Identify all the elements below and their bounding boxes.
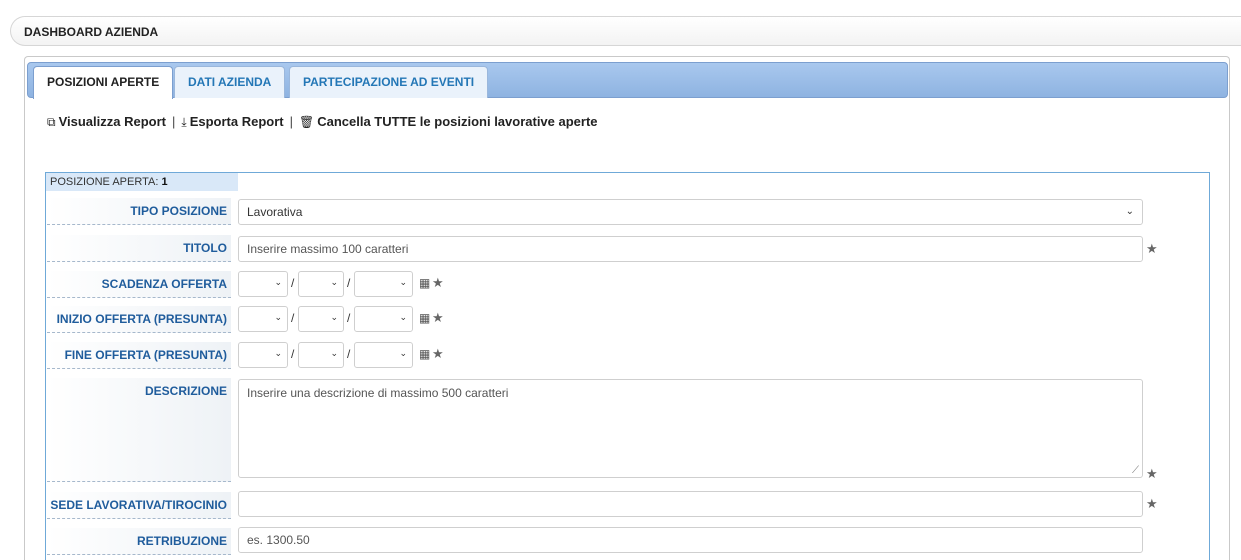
form-caption: POSIZIONE APERTA: 1	[46, 173, 238, 191]
delete-all-label: Cancella TUTTE le posizioni lavorative a…	[317, 114, 598, 129]
inizio-year-select[interactable]: ⌄	[354, 306, 413, 332]
export-report-label: Esporta Report	[189, 114, 284, 129]
chevron-down-icon: ⌄	[274, 277, 282, 287]
sede-lavorativa-input[interactable]	[238, 491, 1143, 517]
titolo-input[interactable]: Inserire massimo 100 caratteri	[238, 236, 1143, 262]
date-separator: /	[291, 347, 295, 361]
caption-prefix: POSIZIONE APERTA:	[50, 176, 159, 188]
chevron-down-icon: ⌄	[1125, 206, 1134, 217]
view-report-icon: ⧉	[47, 115, 56, 129]
inizio-day-select[interactable]: ⌄	[238, 306, 288, 332]
chevron-down-icon: ⌄	[399, 348, 407, 358]
dashboard-title: DASHBOARD AZIENDA	[24, 25, 159, 39]
star-icon: ★	[1146, 466, 1158, 481]
scadenza-day-select[interactable]: ⌄	[238, 271, 288, 297]
separator: |	[171, 114, 176, 129]
retribuzione-input[interactable]: es. 1300.50	[238, 527, 1143, 553]
retribuzione-placeholder: es. 1300.50	[247, 533, 310, 547]
chevron-down-icon: ⌄	[330, 277, 338, 287]
view-report-label: Visualizza Report	[58, 114, 166, 129]
calendar-icon[interactable]: ▦	[419, 347, 430, 361]
fine-day-select[interactable]: ⌄	[238, 342, 288, 368]
view-report-link[interactable]: ⧉ Visualizza Report	[47, 114, 166, 129]
retribuzione-label: RETRIBUZIONE	[47, 528, 231, 555]
fine-offerta-label: FINE OFFERTA (PRESUNTA)	[47, 342, 231, 369]
tab-partecipazione-eventi[interactable]: PARTECIPAZIONE AD EVENTI	[289, 66, 489, 98]
export-report-link[interactable]: ⤓ Esporta Report	[181, 114, 283, 129]
inizio-month-select[interactable]: ⌄	[298, 306, 344, 332]
chevron-down-icon: ⌄	[399, 277, 407, 287]
tipo-posizione-select[interactable]: Lavorativa ⌄	[238, 199, 1143, 225]
date-separator: /	[291, 311, 295, 325]
chevron-down-icon: ⌄	[274, 348, 282, 358]
fine-year-select[interactable]: ⌄	[354, 342, 413, 368]
dashboard-header: DASHBOARD AZIENDA	[10, 16, 1241, 46]
chevron-down-icon: ⌄	[274, 312, 282, 322]
tab-posizioni-aperte[interactable]: POSIZIONI APERTE	[33, 66, 174, 99]
scadenza-month-select[interactable]: ⌄	[298, 271, 344, 297]
descrizione-label: DESCRIZIONE	[47, 378, 231, 482]
resize-handle-icon[interactable]: ⟋	[1132, 465, 1139, 476]
chevron-down-icon: ⌄	[330, 312, 338, 322]
scadenza-offerta-label: SCADENZA OFFERTA	[47, 271, 231, 298]
download-icon: ⤓	[181, 115, 187, 129]
star-icon: ★	[432, 310, 444, 325]
tipo-posizione-label: TIPO POSIZIONE	[47, 198, 231, 225]
calendar-icon[interactable]: ▦	[419, 276, 430, 290]
tipo-posizione-value: Lavorativa	[247, 205, 303, 219]
sede-lavorativa-label: SEDE LAVORATIVA/TIROCINIO	[47, 492, 231, 519]
scadenza-year-select[interactable]: ⌄	[354, 271, 413, 297]
date-separator: /	[347, 311, 351, 325]
date-separator: /	[347, 347, 351, 361]
titolo-label: TITOLO	[47, 235, 231, 262]
delete-all-link[interactable]: 🗑 Cancella TUTTE le posizioni lavorative …	[299, 114, 598, 129]
descrizione-placeholder: Inserire una descrizione di massimo 500 …	[247, 386, 509, 400]
date-separator: /	[347, 276, 351, 290]
star-icon: ★	[1146, 241, 1158, 256]
action-links: ⧉ Visualizza Report | ⤓ Esporta Report | 🗑 Canc…	[47, 114, 598, 130]
fine-month-select[interactable]: ⌄	[298, 342, 344, 368]
caption-number: 1	[161, 176, 168, 188]
star-icon: ★	[432, 275, 444, 290]
star-icon: ★	[1146, 496, 1158, 511]
calendar-icon[interactable]: ▦	[419, 311, 430, 325]
tab-dati-azienda[interactable]: DATI AZIENDA	[174, 66, 286, 98]
titolo-placeholder: Inserire massimo 100 caratteri	[247, 242, 409, 256]
chevron-down-icon: ⌄	[330, 348, 338, 358]
separator: |	[289, 114, 293, 129]
inizio-offerta-label: INIZIO OFFERTA (PRESUNTA)	[47, 306, 231, 333]
date-separator: /	[291, 276, 295, 290]
trash-icon: 🗑	[298, 115, 315, 129]
descrizione-textarea[interactable]: Inserire una descrizione di massimo 500 …	[238, 379, 1143, 478]
star-icon: ★	[432, 346, 444, 361]
chevron-down-icon: ⌄	[399, 312, 407, 322]
